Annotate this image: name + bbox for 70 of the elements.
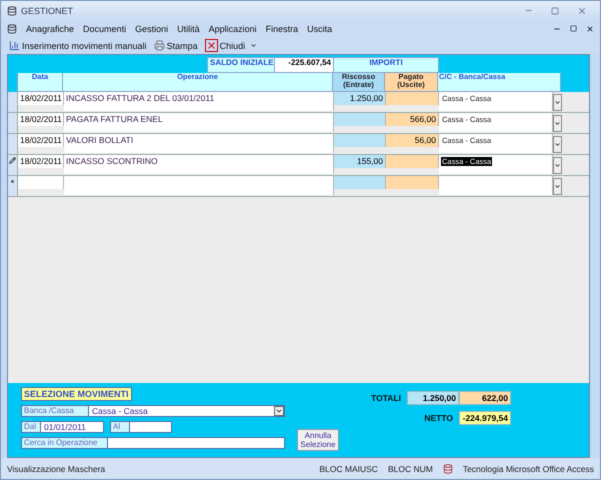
dropdown-button[interactable]: [553, 178, 562, 195]
opening-balance-label: SALDO INIZIALE: [207, 57, 275, 73]
income-cell: [334, 134, 386, 147]
total-income: 1.250,00: [407, 391, 459, 405]
overflow-icon[interactable]: [250, 42, 258, 49]
menu-item[interactable]: Anagrafiche: [26, 24, 74, 34]
date-cell: 18/02/2011: [18, 155, 64, 168]
chart-icon: [9, 40, 20, 51]
toolbar-button[interactable]: Chiudi: [202, 39, 248, 52]
caret-icon[interactable]: [554, 141, 561, 148]
caret-icon[interactable]: [554, 120, 561, 127]
dropdown-button[interactable]: [553, 115, 562, 132]
reset-selection-button[interactable]: Annulla Selezione: [297, 428, 339, 451]
new-record-marker: *: [8, 176, 18, 196]
to-date-field[interactable]: Al: [110, 421, 172, 433]
pencil-icon: [9, 157, 16, 164]
operation-cell: PAGATA FATTURA ENEL: [64, 113, 334, 132]
date-cell: 18/02/2011: [18, 113, 64, 126]
caret-icon[interactable]: [554, 162, 561, 169]
menu-item[interactable]: Uscita: [307, 24, 332, 34]
toolbar-button[interactable]: Inserimento movimenti manuali: [7, 40, 149, 51]
bank-dropdown[interactable]: Banca /Cassa Cassa - Cassa: [21, 405, 285, 417]
income-cell: 1.250,00: [334, 92, 386, 105]
app-icon: [7, 24, 17, 34]
dropdown-button[interactable]: [553, 94, 562, 111]
record-selector[interactable]: [8, 155, 18, 175]
net-value: -224.979,54: [459, 411, 511, 425]
app-icon: [7, 6, 17, 16]
close-icon: [204, 39, 218, 52]
menu-item[interactable]: Documenti: [83, 24, 126, 34]
expense-cell: [386, 155, 439, 168]
opening-balance-value: -225.607,54: [275, 57, 334, 73]
date-cell: 18/02/2011: [18, 134, 64, 147]
dropdown-button[interactable]: [553, 136, 562, 153]
search-field[interactable]: Cerca in Operazione: [21, 437, 285, 449]
operation-cell: INCASSO SCONTRINO: [64, 155, 334, 174]
amounts-heading: IMPORTI: [334, 57, 439, 73]
expense-cell: [386, 92, 439, 105]
status-text: Visualizzazione Maschera: [7, 464, 106, 474]
menu-item[interactable]: Utilità: [177, 24, 200, 34]
income-cell: 155,00: [334, 155, 386, 168]
close-icon[interactable]: [586, 24, 594, 32]
operation-cell: VALORI BOLLATI: [64, 134, 334, 153]
date-cell: 18/02/2011: [18, 92, 64, 105]
status-indicator: BLOC NUM: [388, 464, 433, 474]
menu-item[interactable]: Finestra: [266, 24, 298, 34]
net-label: NETTO: [423, 413, 454, 423]
expense-cell: 56,00: [386, 134, 439, 147]
operation-cell: INCASSO FATTURA 2 DEL 03/01/2011: [64, 92, 334, 111]
database-icon: [442, 464, 453, 474]
caret-icon[interactable]: [554, 183, 561, 190]
restore-icon[interactable]: [570, 25, 577, 32]
expense-cell: 566,00: [386, 113, 439, 126]
caret-icon[interactable]: [554, 99, 561, 106]
dropdown-button[interactable]: [553, 157, 562, 174]
totals-label: TOTALI: [370, 393, 402, 403]
maximize-icon[interactable]: [551, 6, 559, 14]
income-cell: [334, 113, 386, 126]
status-indicator: BLOC MAIUSC: [319, 464, 378, 474]
app-technology-label: Tecnologia Microsoft Office Access: [462, 464, 594, 474]
printer-icon: [154, 40, 165, 51]
toolbar-button[interactable]: Stampa: [152, 40, 200, 51]
window-title: GESTIONET: [21, 6, 74, 16]
menu-item[interactable]: Applicazioni: [208, 24, 257, 34]
empty-cell[interactable]: [64, 176, 334, 195]
section-title: SELEZIONE MOVIMENTI: [21, 387, 132, 401]
total-expense: 622,00: [459, 391, 511, 405]
menu-item[interactable]: Gestioni: [135, 24, 168, 34]
from-date-field[interactable]: Dal 01/01/2011: [21, 421, 104, 433]
empty-cell[interactable]: [18, 176, 64, 189]
